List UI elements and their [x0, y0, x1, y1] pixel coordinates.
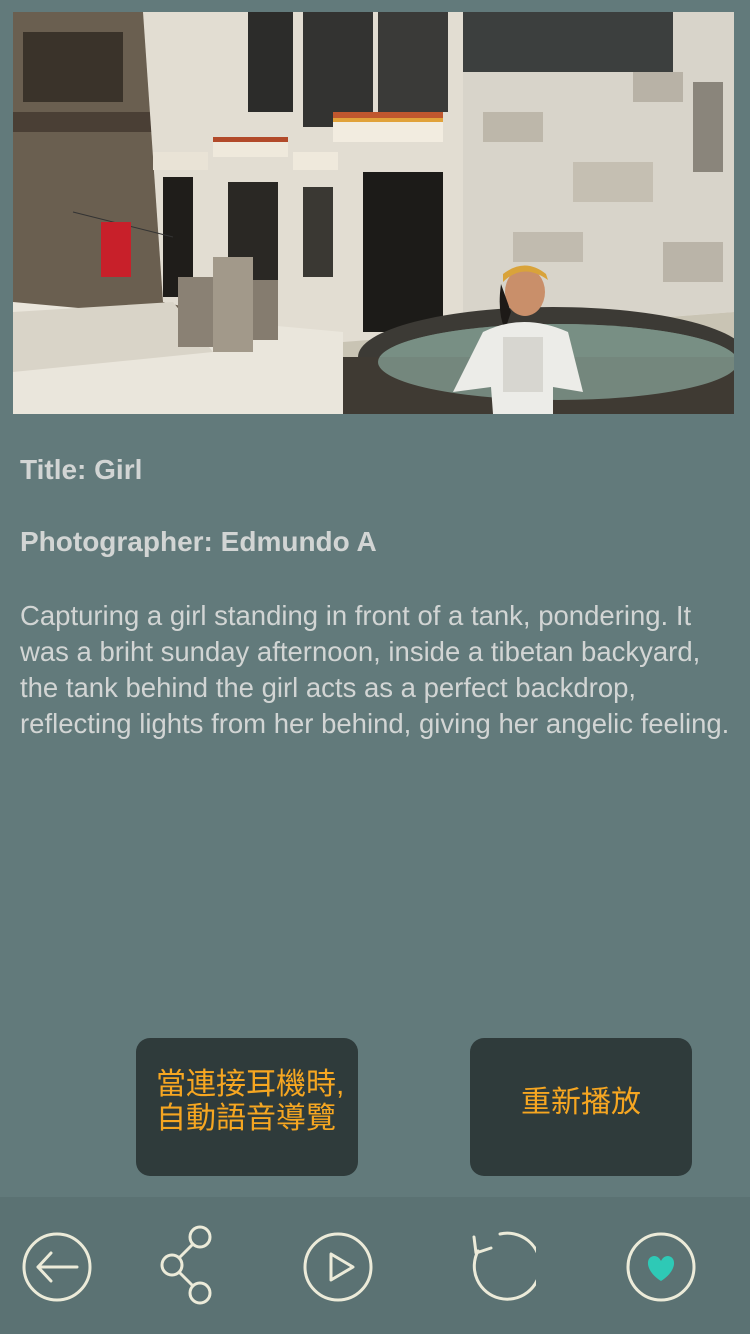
artwork-description: Capturing a girl standing in front of a … [20, 600, 730, 739]
play-button[interactable] [302, 1231, 374, 1303]
replay-tooltip-text: 重新播放 [521, 1086, 641, 1119]
replay-icon [472, 1231, 536, 1301]
artwork-title: Title: Girl [20, 454, 143, 485]
replay-button[interactable] [464, 1231, 536, 1303]
photo-illustration [13, 12, 734, 414]
artwork-photo [13, 12, 734, 414]
audio-guide-tooltip: 當連接耳機時, 自動語音導覽 [136, 1038, 358, 1176]
back-arrow-icon [22, 1232, 92, 1302]
share-button[interactable] [150, 1225, 222, 1305]
replay-tooltip: 重新播放 [470, 1038, 692, 1176]
favorite-button[interactable] [625, 1231, 697, 1303]
photographer-name: Photographer: Edmundo A [20, 526, 377, 557]
play-icon [303, 1232, 373, 1302]
audio-guide-tooltip-text: 當連接耳機時, 自動語音導覽 [156, 1068, 345, 1135]
share-icon [160, 1225, 212, 1305]
heart-icon [626, 1232, 696, 1302]
back-button[interactable] [21, 1231, 93, 1303]
